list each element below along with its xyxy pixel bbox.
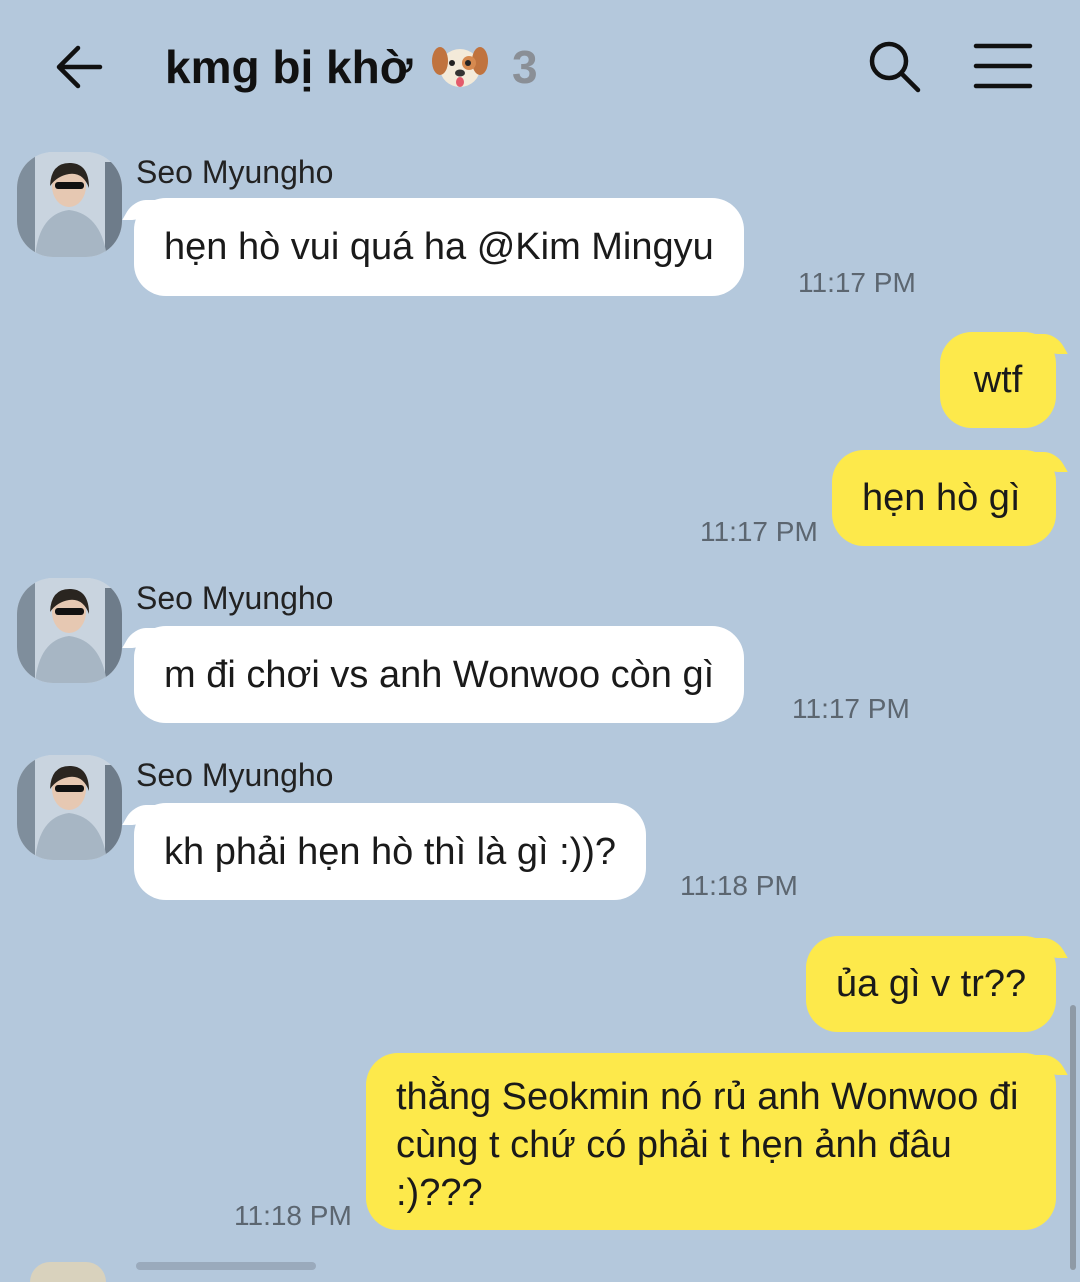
hamburger-menu-icon	[973, 43, 1033, 89]
message-timestamp: 11:18 PM	[680, 870, 798, 901]
message-text: thằng Seokmin nó rủ anh Wonwoo đi cùng t…	[396, 1076, 1019, 1214]
profile-photo	[17, 578, 122, 683]
profile-photo	[17, 755, 122, 860]
message-text: hẹn hò gì	[862, 477, 1021, 519]
avatar[interactable]	[17, 152, 122, 257]
message-bubble-outgoing[interactable]: wtf	[940, 332, 1056, 428]
search-button[interactable]	[866, 38, 922, 94]
message-bubble-incoming[interactable]: kh phải hẹn hò thì là gì :))?	[134, 803, 647, 900]
avatar[interactable]	[17, 578, 122, 683]
message-text: kh phải hẹn hò thì là gì :))?	[164, 830, 617, 873]
message-text: hẹn hò vui quá ha @Kim Mingyu	[164, 226, 714, 268]
sender-name-partial	[136, 1262, 316, 1270]
message-bubble-outgoing[interactable]: hẹn hò gì	[832, 450, 1056, 546]
message-timestamp: 11:17 PM	[798, 267, 916, 298]
message-timestamp: 11:17 PM	[700, 516, 818, 547]
back-button[interactable]	[48, 36, 110, 98]
message-bubble-incoming[interactable]: m đi chơi vs anh Wonwoo còn gì	[134, 626, 745, 723]
message-text: m đi chơi vs anh Wonwoo còn gì	[164, 653, 715, 696]
menu-button[interactable]	[972, 40, 1034, 92]
message-bubble-outgoing[interactable]: thằng Seokmin nó rủ anh Wonwoo đi cùng t…	[366, 1053, 1056, 1230]
chat-title-row: kmg bị khờ 3	[165, 36, 538, 98]
message-timestamp: 11:18 PM	[234, 1200, 352, 1231]
member-count: 3	[511, 41, 538, 93]
message-bubble-incoming[interactable]: hẹn hò vui quá ha @Kim Mingyu	[134, 198, 744, 296]
sender-name: Seo Myungho	[136, 580, 334, 616]
search-icon	[869, 41, 921, 93]
message-text: wtf	[973, 359, 1023, 401]
profile-photo	[17, 152, 122, 257]
chat-header: kmg bị khờ 3	[0, 0, 1080, 130]
dog-face-icon	[432, 47, 489, 87]
message-text: ủa gì v tr??	[836, 963, 1027, 1005]
scrollbar[interactable]	[1070, 1005, 1076, 1270]
arrow-left-icon	[56, 45, 103, 89]
avatar-partial	[30, 1262, 106, 1282]
message-timestamp: 11:17 PM	[792, 693, 910, 724]
message-bubble-outgoing[interactable]: ủa gì v tr??	[806, 936, 1056, 1032]
chat-title: kmg bị khờ	[165, 41, 413, 93]
sender-name: Seo Myungho	[136, 757, 334, 793]
sender-name: Seo Myungho	[136, 154, 334, 190]
avatar[interactable]	[17, 755, 122, 860]
